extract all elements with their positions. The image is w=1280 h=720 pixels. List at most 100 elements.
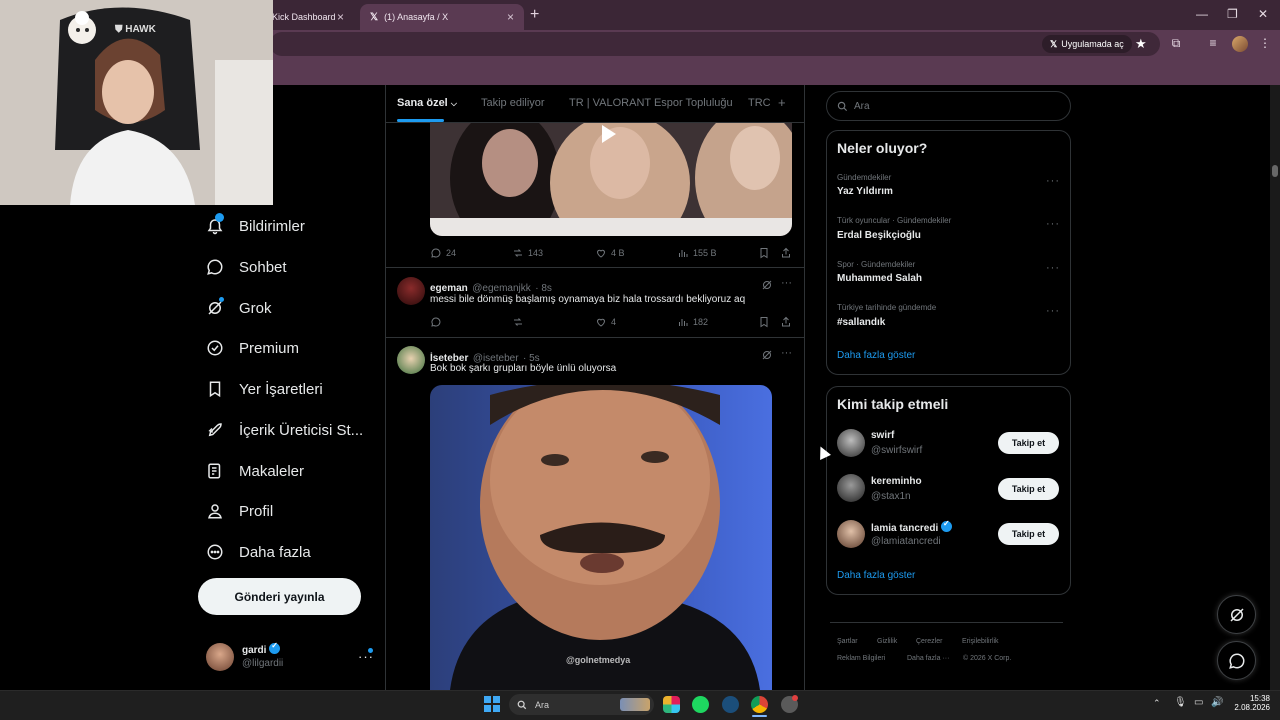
reply-button[interactable] <box>430 316 442 328</box>
steam-app-icon[interactable] <box>722 696 739 713</box>
footer-link-accessibility[interactable]: Erişilebilirlik <box>962 638 999 645</box>
suggested-user-avatar[interactable] <box>837 474 865 502</box>
display-icon[interactable]: ▭ <box>1194 697 1203 708</box>
like-button[interactable]: 4 B <box>595 247 625 259</box>
person-icon <box>208 504 222 519</box>
tab-kick-dashboard[interactable]: Kick Dashboard × <box>262 4 354 30</box>
extensions-icon[interactable]: ⧉ <box>1169 36 1183 50</box>
share-button[interactable] <box>780 247 792 259</box>
trend-name[interactable]: Yaz Yıldırım <box>837 186 893 197</box>
spotify-app-icon[interactable] <box>692 696 709 713</box>
tweet-video-thumbnail[interactable] <box>430 123 792 236</box>
tweet-video[interactable]: @golnetmedya <box>430 385 772 690</box>
tab-for-you[interactable]: Sana özel ⌵ <box>397 97 457 109</box>
close-tab-icon[interactable]: × <box>337 10 344 24</box>
follow-button[interactable]: Takip et <box>998 432 1059 454</box>
footer-link-ads-info[interactable]: Reklam Bilgileri <box>837 655 885 662</box>
nav-grok[interactable]: Grok <box>206 297 272 317</box>
slack-app-icon[interactable] <box>663 696 680 713</box>
grok-floating-button[interactable] <box>1217 595 1256 634</box>
reply-button[interactable]: 24 <box>430 247 456 259</box>
tweet-time[interactable]: · 8s <box>535 283 552 294</box>
taskbar-search[interactable]: Ara <box>509 694 654 715</box>
trend-more-icon[interactable]: ··· <box>1046 175 1060 187</box>
tweet-more-icon[interactable]: ··· <box>781 347 792 359</box>
tab-x-home[interactable]: 𝕏 (1) Anasayfa / X × <box>360 4 524 30</box>
trend-name[interactable]: Muhammed Salah <box>837 273 922 284</box>
tweet-more-icon[interactable]: ··· <box>781 277 792 289</box>
nav-notifications[interactable]: Bildirimler <box>206 213 305 235</box>
repost-button[interactable]: 143 <box>512 247 543 259</box>
tab-trc[interactable]: TRC <box>748 97 771 109</box>
suggested-user-name-row[interactable]: lamia tancredi <box>871 519 953 534</box>
footer-link-terms[interactable]: Şartlar <box>837 638 858 645</box>
close-window-icon[interactable]: ✕ <box>1258 7 1268 21</box>
nav-profile[interactable]: Profil <box>206 502 273 520</box>
tweet-author-handle[interactable]: @egemanjkk <box>472 283 531 294</box>
nav-bookmarks[interactable]: Yer İşaretleri <box>206 380 323 398</box>
like-button[interactable]: 4 <box>595 316 616 328</box>
windows-start-icon[interactable] <box>484 696 500 712</box>
suggested-user-name[interactable]: kereminho <box>871 476 922 487</box>
trend-more-icon[interactable]: ··· <box>1046 218 1060 230</box>
footer-link-privacy[interactable]: Gizlilik <box>877 638 897 645</box>
browser-profile-avatar[interactable] <box>1232 36 1248 52</box>
nav-articles[interactable]: Makaleler <box>206 462 304 480</box>
account-name-row[interactable]: gardi <box>242 641 281 656</box>
tab-valorant-community[interactable]: TR | VALORANT Espor Topluluğu <box>569 97 733 109</box>
microphone-icon[interactable]: 🎙 <box>1174 697 1187 708</box>
trends-show-more-link[interactable]: Daha fazla göster <box>837 350 915 361</box>
trend-more-icon[interactable]: ··· <box>1046 262 1060 274</box>
grok-explain-icon[interactable] <box>761 278 773 290</box>
nav-more-label: Daha fazla <box>239 543 311 561</box>
new-tab-button[interactable]: + <box>530 6 539 24</box>
open-in-app-button[interactable]: 𝕏 Uygulamada aç <box>1042 35 1132 53</box>
tray-chevron-icon[interactable]: ⌃ <box>1153 698 1161 709</box>
minimize-icon[interactable]: — <box>1196 7 1208 21</box>
trend-name[interactable]: #sallandık <box>837 317 885 328</box>
suggested-user-name[interactable]: swirf <box>871 430 894 441</box>
tab-following[interactable]: Takip ediliyor <box>481 97 545 109</box>
close-tab-icon[interactable]: × <box>507 10 514 24</box>
account-avatar[interactable] <box>206 643 234 671</box>
tweet-author-avatar[interactable] <box>397 346 425 374</box>
verified-badge-icon <box>941 519 953 532</box>
taskbar-clock[interactable]: 15:38 2.08.2026 <box>1232 694 1270 712</box>
follow-button[interactable]: Takip et <box>998 523 1059 545</box>
search-input[interactable]: Ara <box>826 91 1071 121</box>
media-control-icon[interactable]: ≡ <box>1206 36 1220 50</box>
volume-icon[interactable]: 🔊 <box>1211 697 1223 708</box>
nav-chat[interactable]: Sohbet <box>206 258 287 276</box>
omnibox[interactable] <box>270 32 1160 56</box>
nav-creator-studio[interactable]: İçerik Üreticisi St... <box>206 421 363 439</box>
restore-icon[interactable]: ❐ <box>1227 7 1238 21</box>
trend-more-icon[interactable]: ··· <box>1046 305 1060 317</box>
menu-icon[interactable]: ⋮ <box>1258 36 1272 50</box>
bookmark-button[interactable] <box>758 247 770 259</box>
messages-floating-button[interactable] <box>1217 641 1256 680</box>
post-button[interactable]: Gönderi yayınla <box>198 578 361 615</box>
trend-name[interactable]: Erdal Beşikçioğlu <box>837 230 921 241</box>
bookmark-star-icon[interactable]: ★ <box>1135 36 1147 52</box>
tweet-author-avatar[interactable] <box>397 277 425 305</box>
nav-premium[interactable]: Premium <box>206 339 299 357</box>
play-icon[interactable] <box>602 125 616 143</box>
suggested-user-avatar[interactable] <box>837 429 865 457</box>
repost-button[interactable] <box>512 316 524 328</box>
suggested-user-avatar[interactable] <box>837 520 865 548</box>
views-button[interactable]: 155 B <box>677 247 717 259</box>
who-show-more-link[interactable]: Daha fazla göster <box>837 570 915 581</box>
footer-link-cookies[interactable]: Çerezler <box>916 638 942 645</box>
share-button[interactable] <box>780 316 792 328</box>
follow-button[interactable]: Takip et <box>998 478 1059 500</box>
grok-explain-icon[interactable] <box>761 348 773 360</box>
tweet-author-name[interactable]: egeman <box>430 283 468 294</box>
add-tab-icon[interactable]: + <box>778 95 786 110</box>
tweet-text: Bok bok şarkı grupları böyle ünlü oluyor… <box>430 363 617 374</box>
footer-link-more[interactable]: Daha fazla ··· <box>907 655 949 662</box>
scrollbar-thumb[interactable] <box>1272 165 1278 177</box>
bookmark-button[interactable] <box>758 316 770 328</box>
chrome-app-icon[interactable] <box>751 696 768 713</box>
nav-more[interactable]: Daha fazla <box>206 543 311 561</box>
views-button[interactable]: 182 <box>677 316 708 328</box>
